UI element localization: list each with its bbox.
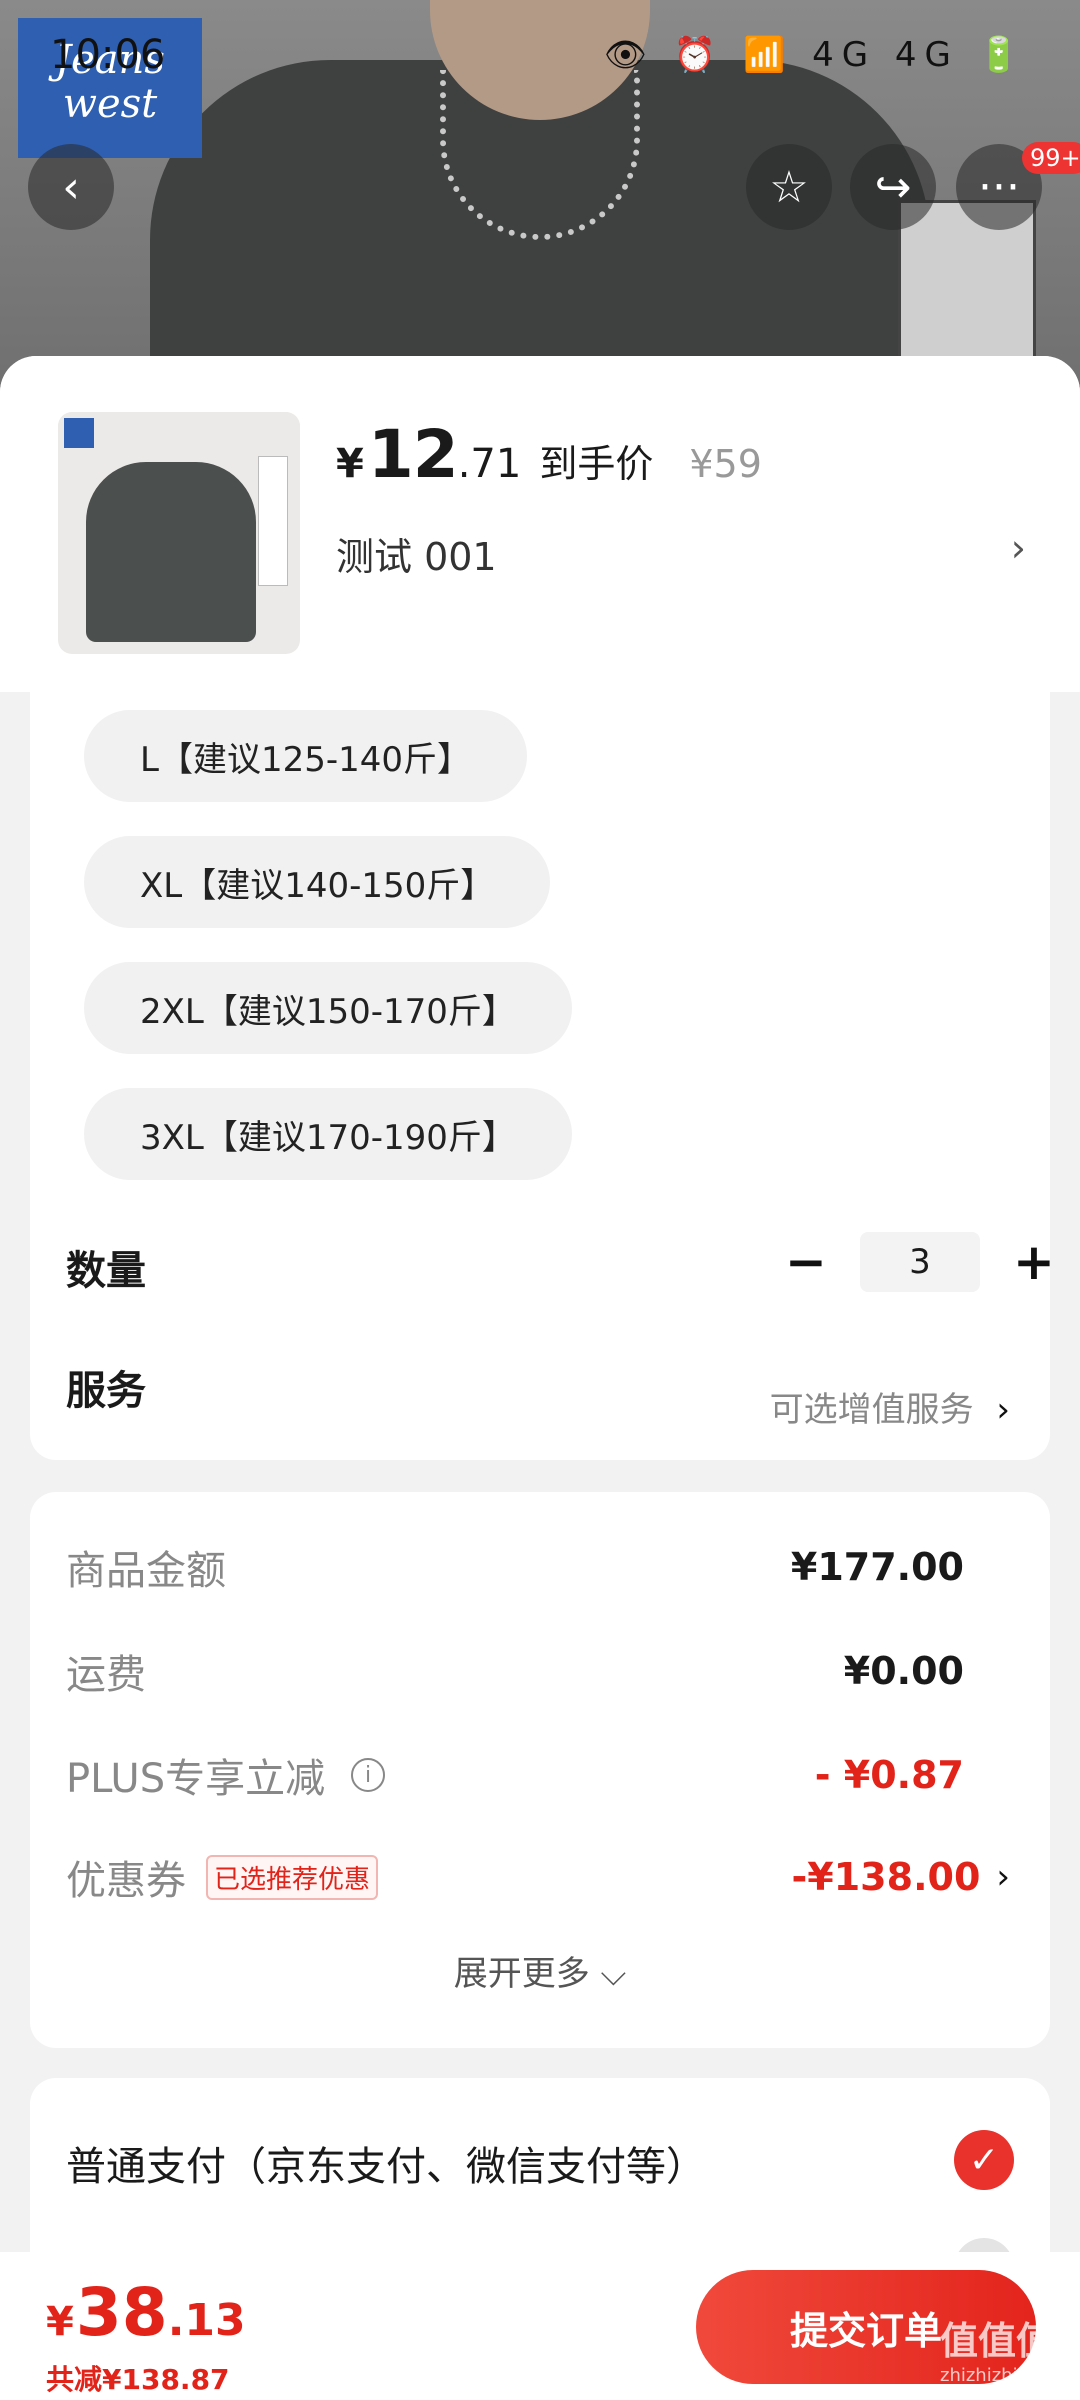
quantity-stepper: − 3 + bbox=[776, 1232, 1064, 1292]
service-selector[interactable]: 可选增值服务 › bbox=[770, 1382, 1010, 1431]
shipping-value: ¥0.00 bbox=[843, 1649, 964, 1693]
selected-variant: 测试 001 bbox=[336, 535, 497, 579]
coupon-label-wrap: 优惠券 已选推荐优惠 bbox=[66, 1848, 379, 1906]
price-decimal: .71 bbox=[457, 441, 522, 487]
quantity-input[interactable]: 3 bbox=[860, 1232, 980, 1292]
plus-discount-label: PLUS专享立减 bbox=[66, 1756, 326, 1802]
coupon-tag: 已选推荐优惠 bbox=[206, 1854, 379, 1900]
chevron-right-icon: › bbox=[996, 1857, 1010, 1897]
total-price: ¥ 38 .13 bbox=[46, 2274, 246, 2351]
original-price: ¥59 bbox=[689, 442, 762, 486]
quantity-label: 数量 bbox=[66, 1248, 146, 1294]
back-icon: ‹ bbox=[62, 161, 80, 213]
chevron-right-icon: › bbox=[996, 1390, 1010, 1430]
watermark-main: 值值值 bbox=[940, 2319, 1055, 2363]
coupon-value-wrap: -¥138.00 › bbox=[792, 1855, 1010, 1899]
sku-bottom-sheet: ¥ 12 .71 到手价 ¥59 测试 001 › L【建议125-140斤】 … bbox=[0, 356, 1080, 2400]
service-label: 服务 bbox=[66, 1368, 146, 1414]
watermark-sub: zhizhizhi.com bbox=[940, 2365, 1062, 2386]
shipping-label: 运费 bbox=[66, 1652, 146, 1698]
price-row: ¥ 12 .71 到手价 ¥59 bbox=[336, 416, 762, 493]
total-saved: 共减¥138.87 bbox=[46, 2363, 230, 2396]
total-currency: ¥ bbox=[46, 2299, 74, 2345]
plus-discount-label-wrap: PLUS专享立减 i bbox=[66, 1746, 386, 1804]
service-value: 可选增值服务 bbox=[769, 1390, 974, 1430]
goods-amount-value: ¥177.00 bbox=[790, 1545, 964, 1589]
back-button[interactable]: ‹ bbox=[28, 144, 114, 230]
coupon-value: -¥138.00 bbox=[791, 1855, 981, 1899]
size-option-2xl[interactable]: 2XL【建议150-170斤】 bbox=[84, 962, 572, 1054]
share-button[interactable]: ↪ bbox=[850, 144, 936, 230]
watermark: 值值值 zhizhizhi.com bbox=[940, 2310, 1062, 2386]
plus-discount-row: PLUS专享立减 i - ¥0.87 bbox=[66, 1746, 1010, 1804]
checkmark-icon[interactable]: ✓ bbox=[954, 2130, 1014, 2190]
chevron-right-icon: › bbox=[1010, 526, 1026, 570]
sheet-header: ¥ 12 .71 到手价 ¥59 测试 001 › bbox=[0, 356, 1080, 692]
more-icon: ··· bbox=[978, 161, 1020, 213]
shipping-row: 运费 ¥0.00 bbox=[66, 1642, 1010, 1700]
plus-discount-value: - ¥0.87 bbox=[814, 1753, 964, 1797]
info-icon[interactable]: i bbox=[351, 1758, 386, 1792]
coupon-label: 优惠券 bbox=[66, 1858, 186, 1904]
selected-variant-row[interactable]: 测试 001 › bbox=[336, 526, 1026, 581]
increase-button[interactable]: + bbox=[1004, 1233, 1064, 1291]
share-icon: ↪ bbox=[874, 161, 912, 213]
total-integer: 38 bbox=[75, 2274, 168, 2351]
options-card: L【建议125-140斤】 XL【建议140-150斤】 2XL【建议150-1… bbox=[30, 692, 1055, 1460]
size-option-l[interactable]: L【建议125-140斤】 bbox=[84, 710, 528, 802]
coupon-row[interactable]: 优惠券 已选推荐优惠 -¥138.00 › bbox=[66, 1848, 1010, 1906]
cost-summary-card: 商品金额 ¥177.00 运费 ¥0.00 PLUS专享立减 i - ¥0.87… bbox=[30, 1492, 1050, 2048]
status-icons: 👁 ⏰ 📶 4G 4G 🔋 bbox=[603, 35, 1028, 75]
thumb-side-panel bbox=[258, 456, 288, 586]
price-currency: ¥ bbox=[336, 441, 364, 487]
thumb-shirt bbox=[86, 462, 256, 642]
thumb-logo bbox=[64, 418, 94, 448]
goods-amount-row: 商品金额 ¥177.00 bbox=[66, 1538, 1010, 1596]
product-thumbnail[interactable] bbox=[58, 412, 300, 654]
total-decimal: .13 bbox=[167, 2295, 246, 2346]
status-bar: 10:06 👁 ⏰ 📶 4G 4G 🔋 bbox=[0, 0, 1080, 110]
normal-payment-option[interactable]: 普通支付（京东支付、微信支付等） bbox=[66, 2134, 706, 2192]
price-integer: 12 bbox=[367, 416, 459, 493]
price-label: 到手价 bbox=[539, 442, 654, 486]
bottom-bar: ¥ 38 .13 共减¥138.87 提交订单 bbox=[0, 2252, 1080, 2400]
decrease-button[interactable]: − bbox=[776, 1233, 836, 1291]
goods-amount-label: 商品金额 bbox=[66, 1548, 226, 1594]
star-icon: ☆ bbox=[769, 161, 809, 213]
notification-badge: 99+ bbox=[1022, 142, 1080, 174]
expand-more-button[interactable]: 展开更多 ⌵ bbox=[30, 1946, 1050, 1995]
size-option-xl[interactable]: XL【建议140-150斤】 bbox=[84, 836, 551, 928]
status-time: 10:06 bbox=[50, 32, 166, 78]
favorite-button[interactable]: ☆ bbox=[746, 144, 832, 230]
size-option-3xl[interactable]: 3XL【建议170-190斤】 bbox=[84, 1088, 572, 1180]
